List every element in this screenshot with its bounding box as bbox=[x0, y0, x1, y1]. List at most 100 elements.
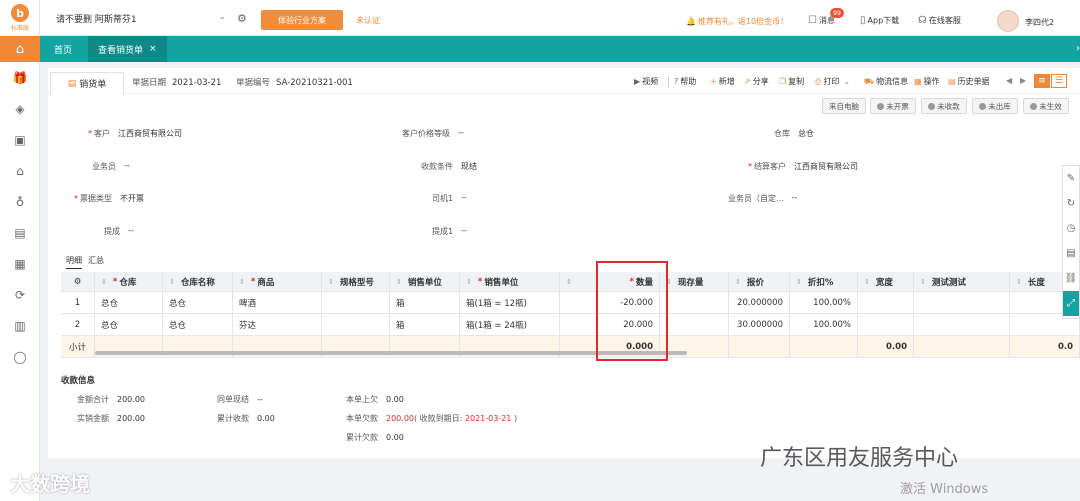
document-icon: ▤ bbox=[67, 78, 77, 89]
prev-owed: 本单上欠 0.00 bbox=[346, 395, 404, 404]
list-view-icon[interactable]: ≡ bbox=[1034, 74, 1050, 88]
share-icon: ↗ bbox=[744, 77, 751, 86]
doc-type-tab[interactable]: ▤ 销货单 bbox=[50, 72, 124, 94]
divider bbox=[668, 77, 669, 87]
col-price[interactable]: ⇕ 报价 bbox=[729, 272, 790, 292]
table-row[interactable]: 2 总仓 总仓 芬达 箱 箱(1箱 = 24瓶) 20.000 30.00000… bbox=[61, 314, 1080, 336]
settle-customer-field: * 结算客户 江西商贸有限公司 bbox=[748, 162, 858, 171]
username[interactable]: 李四代2 bbox=[1025, 17, 1054, 28]
close-icon[interactable]: × bbox=[149, 44, 157, 54]
share-button[interactable]: ↗ 分享 bbox=[744, 76, 769, 87]
headset-icon: ☊ bbox=[918, 15, 927, 26]
tab-home[interactable]: 首页 bbox=[44, 36, 82, 62]
document-header: ▤ 销货单 单据日期 2021-03-21 单据编号 SA-20210321-001 … bbox=[48, 68, 1080, 94]
money-bag-icon[interactable]: ♁ bbox=[0, 186, 40, 217]
account-selector[interactable]: 请不要删 阿斯蒂芬1 ⌄ bbox=[56, 8, 226, 28]
document-icon[interactable]: ▤ bbox=[0, 217, 40, 248]
table-header: ⚙ ⇕ * 仓库 ⇕ 仓库名称 ⇕ * 商品 ⇕ 规格型号 ⇕ 销售单位 ⇕ * 销售单位 ⇕ *… bbox=[61, 272, 1080, 292]
left-sidebar: b 标准版 ⌂ 🎁 ◈ ▣ ⌂ ♁ ▤ ▦ ⟳ ▥ ◯ bbox=[0, 0, 40, 501]
logistics-button[interactable]: ⛟ 物流信息 bbox=[864, 76, 908, 87]
document-icon[interactable]: ▤ bbox=[1063, 241, 1079, 266]
refresh-icon[interactable]: ⟳ bbox=[0, 279, 40, 310]
chevron-down-icon: ⌄ bbox=[218, 12, 226, 22]
history-icon[interactable]: ◷ bbox=[1063, 216, 1079, 241]
report-icon[interactable]: ▦ bbox=[0, 248, 40, 279]
industry-plan-button[interactable]: 体验行业方案 bbox=[261, 10, 343, 30]
invoice-type-field: * 票据类型 不开票 bbox=[74, 194, 144, 203]
tag-icon[interactable]: ◈ bbox=[0, 93, 40, 124]
phone-icon: ▯ bbox=[860, 15, 866, 26]
tabs-scroll-right-icon[interactable]: › bbox=[1076, 43, 1080, 54]
copy-icon: ❐ bbox=[779, 77, 787, 86]
col-warehouse-name[interactable]: ⇕ 仓库名称 bbox=[163, 272, 233, 292]
chevron-down-icon: ⌄ bbox=[843, 77, 851, 86]
col-sale-unit-2[interactable]: ⇕ * 销售单位 bbox=[460, 272, 560, 292]
history-icon: ▤ bbox=[948, 77, 956, 86]
column-settings-icon[interactable]: ⚙ bbox=[61, 272, 95, 292]
accum-owed: 累计欠款 0.00 bbox=[346, 433, 404, 442]
tab-view-sales-order[interactable]: 查看销货单 × bbox=[88, 36, 167, 62]
plus-icon: + bbox=[710, 77, 717, 86]
app-logo[interactable]: b 标准版 bbox=[0, 0, 40, 36]
add-button[interactable]: + 新增 bbox=[710, 76, 735, 87]
receipt-status-badge: 未收款 bbox=[921, 98, 967, 114]
gear-icon[interactable]: ⚙ bbox=[237, 12, 247, 25]
printer-icon: ⎙ bbox=[815, 76, 822, 86]
col-product[interactable]: ⇕ * 商品 bbox=[233, 272, 322, 292]
online-service-button[interactable]: ☊ 在线客服 bbox=[918, 15, 961, 26]
warehouse-field: 仓库 总仓 bbox=[774, 129, 814, 138]
copy-button[interactable]: ❐ 复制 bbox=[779, 76, 804, 87]
gift-icon[interactable]: 🎁 bbox=[0, 62, 40, 93]
prev-arrow-icon[interactable]: ◀ bbox=[1006, 76, 1012, 85]
source-badge: 来自电脑 bbox=[822, 98, 866, 114]
qty-column-highlight bbox=[596, 261, 668, 361]
operate-button[interactable]: ▦ 操作 bbox=[914, 76, 940, 87]
warehouse-icon[interactable]: ⌂ bbox=[0, 155, 40, 186]
doc-date: 单据日期 2021-03-21 bbox=[132, 78, 222, 88]
table-row[interactable]: 1 总仓 总仓 啤酒 箱 箱(1箱 = 12瓶) -20.000 20.0000… bbox=[61, 292, 1080, 314]
unverified-link[interactable]: 未认证 bbox=[356, 15, 380, 26]
tab-summary[interactable]: 汇总 bbox=[88, 255, 104, 269]
referral-link[interactable]: 🔔 推荐有礼，返10倍金币！ bbox=[686, 16, 788, 27]
watermark-right: 广东区用友服务中心 bbox=[760, 446, 959, 471]
card-view-icon[interactable]: ☰ bbox=[1051, 74, 1067, 88]
home-icon[interactable]: ⌂ bbox=[0, 36, 40, 62]
col-sale-unit[interactable]: ⇕ 销售单位 bbox=[390, 272, 460, 292]
expand-icon[interactable]: ⤢ bbox=[1063, 291, 1079, 316]
status-dot-icon bbox=[928, 102, 936, 110]
chat-icon[interactable]: ◯ bbox=[0, 341, 40, 372]
message-badge: 99 bbox=[830, 8, 844, 18]
actual-sales: 实销金额 200.00 bbox=[77, 414, 145, 423]
next-arrow-icon[interactable]: ▶ bbox=[1020, 76, 1026, 85]
col-spec[interactable]: ⇕ 规格型号 bbox=[322, 272, 390, 292]
col-blank[interactable]: ⇕ bbox=[560, 272, 597, 292]
col-stock[interactable]: ⇕ 现存量 bbox=[660, 272, 729, 292]
col-discount[interactable]: ⇕ 折扣% bbox=[790, 272, 858, 292]
col-warehouse[interactable]: ⇕ * 仓库 bbox=[95, 272, 163, 292]
windows-activation-watermark: 激活 Windows bbox=[900, 482, 989, 497]
print-button[interactable]: ⎙ 打印 ⌄ bbox=[815, 76, 850, 87]
video-button[interactable]: ▶ 视频 bbox=[634, 76, 658, 87]
help-button[interactable]: ? 帮助 bbox=[674, 76, 696, 87]
link-icon[interactable]: ⛓ bbox=[1063, 266, 1079, 291]
bell-icon: 🔔 bbox=[686, 17, 696, 26]
notes-icon[interactable]: ▥ bbox=[0, 310, 40, 341]
history-button[interactable]: ▤ 历史单据 bbox=[948, 76, 990, 87]
logo-icon: b bbox=[11, 4, 29, 22]
status-dot-icon bbox=[1030, 102, 1038, 110]
salesman-custom-field: 业务员（自定... -- bbox=[728, 193, 798, 203]
tab-detail[interactable]: 明细 bbox=[66, 255, 82, 269]
col-width[interactable]: ⇕ 宽度 bbox=[858, 272, 914, 292]
refresh-icon[interactable]: ↻ bbox=[1063, 191, 1079, 216]
same-settle: 同单现结 -- bbox=[217, 395, 263, 404]
avatar[interactable] bbox=[997, 10, 1019, 32]
subtotal-length: 0.0 bbox=[1010, 336, 1080, 358]
edit-icon[interactable]: ✎ bbox=[1063, 166, 1079, 191]
invoice-status-badge: 未开票 bbox=[870, 98, 916, 114]
app-download-button[interactable]: ▯ App下载 bbox=[860, 15, 899, 26]
doc-number: 单据编号 SA-20210321-001 bbox=[236, 78, 353, 88]
bag-icon[interactable]: ▣ bbox=[0, 124, 40, 155]
status-dot-icon bbox=[979, 102, 987, 110]
top-bar: 请不要删 阿斯蒂芬1 ⌄ ⚙ 体验行业方案 未认证 🔔 推荐有礼，返10倍金币！ … bbox=[40, 0, 1080, 36]
col-test[interactable]: ⇕ 测试测试 bbox=[914, 272, 1010, 292]
